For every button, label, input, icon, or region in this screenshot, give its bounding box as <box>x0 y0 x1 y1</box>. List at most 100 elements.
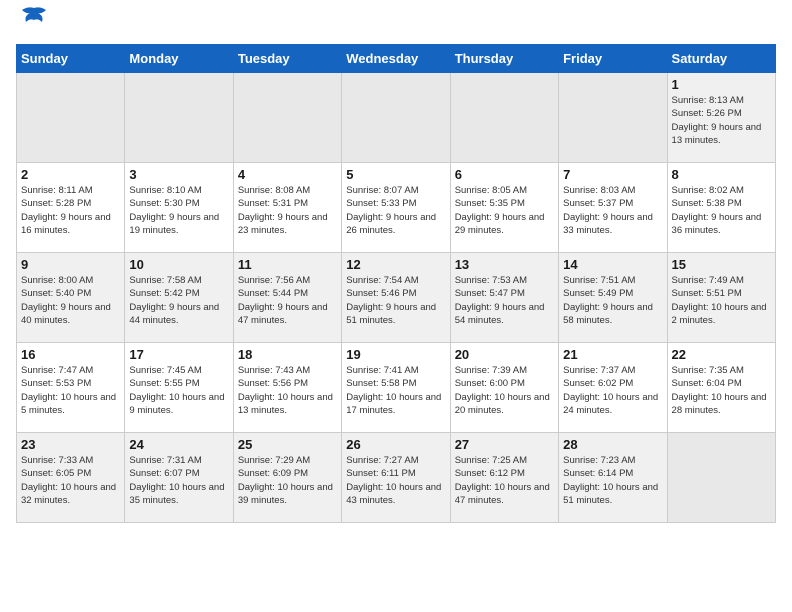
day-info: Sunrise: 7:54 AM Sunset: 5:46 PM Dayligh… <box>346 274 445 327</box>
day-number: 14 <box>563 257 662 272</box>
day-info: Sunrise: 8:13 AM Sunset: 5:26 PM Dayligh… <box>672 94 771 147</box>
calendar-day-cell: 26Sunrise: 7:27 AM Sunset: 6:11 PM Dayli… <box>342 433 450 523</box>
weekday-header-tuesday: Tuesday <box>233 45 341 73</box>
calendar-week-row: 1 Sunrise: 8:13 AM Sunset: 5:26 PM Daylig… <box>17 73 776 163</box>
day-number: 17 <box>129 347 228 362</box>
day-info: Sunrise: 8:10 AM Sunset: 5:30 PM Dayligh… <box>129 184 228 237</box>
day-number: 25 <box>238 437 337 452</box>
weekday-header-row: SundayMondayTuesdayWednesdayThursdayFrid… <box>17 45 776 73</box>
day-info: Sunrise: 7:39 AM Sunset: 6:00 PM Dayligh… <box>455 364 554 417</box>
day-number: 23 <box>21 437 120 452</box>
day-info: Sunrise: 8:08 AM Sunset: 5:31 PM Dayligh… <box>238 184 337 237</box>
page-header <box>16 16 776 36</box>
calendar-day-cell: 8 Sunrise: 8:02 AM Sunset: 5:38 PM Daylig… <box>667 163 775 253</box>
day-number: 6 <box>455 167 554 182</box>
day-info: Sunrise: 7:58 AM Sunset: 5:42 PM Dayligh… <box>129 274 228 327</box>
calendar-day-cell: 3 Sunrise: 8:10 AM Sunset: 5:30 PM Daylig… <box>125 163 233 253</box>
day-info: Sunrise: 8:03 AM Sunset: 5:37 PM Dayligh… <box>563 184 662 237</box>
calendar-day-cell: 18 Sunrise: 7:43 AM Sunset: 5:56 PM Dayli… <box>233 343 341 433</box>
weekday-header-saturday: Saturday <box>667 45 775 73</box>
day-info: Sunrise: 7:47 AM Sunset: 5:53 PM Dayligh… <box>21 364 120 417</box>
calendar-day-cell: 5 Sunrise: 8:07 AM Sunset: 5:33 PM Daylig… <box>342 163 450 253</box>
day-info: Sunrise: 8:05 AM Sunset: 5:35 PM Dayligh… <box>455 184 554 237</box>
day-info: Sunrise: 7:27 AM Sunset: 6:11 PM Dayligh… <box>346 454 445 507</box>
day-info: Sunrise: 7:35 AM Sunset: 6:04 PM Dayligh… <box>672 364 771 417</box>
weekday-header-monday: Monday <box>125 45 233 73</box>
weekday-header-sunday: Sunday <box>17 45 125 73</box>
logo-bird-icon <box>20 6 48 36</box>
calendar-day-cell <box>17 73 125 163</box>
day-number: 18 <box>238 347 337 362</box>
calendar-day-cell <box>342 73 450 163</box>
calendar-week-row: 2 Sunrise: 8:11 AM Sunset: 5:28 PM Daylig… <box>17 163 776 253</box>
day-info: Sunrise: 7:56 AM Sunset: 5:44 PM Dayligh… <box>238 274 337 327</box>
day-number: 9 <box>21 257 120 272</box>
day-number: 10 <box>129 257 228 272</box>
day-info: Sunrise: 8:07 AM Sunset: 5:33 PM Dayligh… <box>346 184 445 237</box>
calendar-day-cell: 1 Sunrise: 8:13 AM Sunset: 5:26 PM Daylig… <box>667 73 775 163</box>
day-number: 21 <box>563 347 662 362</box>
logo <box>16 16 48 36</box>
calendar-day-cell: 4 Sunrise: 8:08 AM Sunset: 5:31 PM Daylig… <box>233 163 341 253</box>
day-info: Sunrise: 7:25 AM Sunset: 6:12 PM Dayligh… <box>455 454 554 507</box>
day-info: Sunrise: 7:37 AM Sunset: 6:02 PM Dayligh… <box>563 364 662 417</box>
day-info: Sunrise: 7:45 AM Sunset: 5:55 PM Dayligh… <box>129 364 228 417</box>
calendar-day-cell: 9 Sunrise: 8:00 AM Sunset: 5:40 PM Daylig… <box>17 253 125 343</box>
calendar-day-cell <box>667 433 775 523</box>
calendar-day-cell: 28 Sunrise: 7:23 AM Sunset: 6:14 PM Dayli… <box>559 433 667 523</box>
weekday-header-wednesday: Wednesday <box>342 45 450 73</box>
day-number: 24 <box>129 437 228 452</box>
calendar-day-cell: 27 Sunrise: 7:25 AM Sunset: 6:12 PM Dayli… <box>450 433 558 523</box>
day-number: 1 <box>672 77 771 92</box>
day-number: 4 <box>238 167 337 182</box>
day-number: 13 <box>455 257 554 272</box>
day-number: 27 <box>455 437 554 452</box>
day-info: Sunrise: 7:53 AM Sunset: 5:47 PM Dayligh… <box>455 274 554 327</box>
calendar-day-cell: 14 Sunrise: 7:51 AM Sunset: 5:49 PM Dayli… <box>559 253 667 343</box>
calendar-day-cell: 13 Sunrise: 7:53 AM Sunset: 5:47 PM Dayli… <box>450 253 558 343</box>
calendar-week-row: 16 Sunrise: 7:47 AM Sunset: 5:53 PM Dayli… <box>17 343 776 433</box>
calendar-day-cell: 17 Sunrise: 7:45 AM Sunset: 5:55 PM Dayli… <box>125 343 233 433</box>
day-number: 22 <box>672 347 771 362</box>
calendar-table: SundayMondayTuesdayWednesdayThursdayFrid… <box>16 44 776 523</box>
weekday-header-thursday: Thursday <box>450 45 558 73</box>
calendar-day-cell <box>125 73 233 163</box>
calendar-day-cell: 16 Sunrise: 7:47 AM Sunset: 5:53 PM Dayli… <box>17 343 125 433</box>
day-number: 20 <box>455 347 554 362</box>
day-number: 12 <box>346 257 445 272</box>
day-info: Sunrise: 7:51 AM Sunset: 5:49 PM Dayligh… <box>563 274 662 327</box>
day-info: Sunrise: 8:02 AM Sunset: 5:38 PM Dayligh… <box>672 184 771 237</box>
calendar-day-cell: 20 Sunrise: 7:39 AM Sunset: 6:00 PM Dayli… <box>450 343 558 433</box>
day-number: 2 <box>21 167 120 182</box>
day-number: 28 <box>563 437 662 452</box>
calendar-week-row: 23 Sunrise: 7:33 AM Sunset: 6:05 PM Dayli… <box>17 433 776 523</box>
calendar-day-cell: 23 Sunrise: 7:33 AM Sunset: 6:05 PM Dayli… <box>17 433 125 523</box>
weekday-header-friday: Friday <box>559 45 667 73</box>
day-number: 3 <box>129 167 228 182</box>
calendar-day-cell: 25 Sunrise: 7:29 AM Sunset: 6:09 PM Dayli… <box>233 433 341 523</box>
calendar-day-cell: 21 Sunrise: 7:37 AM Sunset: 6:02 PM Dayli… <box>559 343 667 433</box>
calendar-day-cell: 24 Sunrise: 7:31 AM Sunset: 6:07 PM Dayli… <box>125 433 233 523</box>
day-info: Sunrise: 7:23 AM Sunset: 6:14 PM Dayligh… <box>563 454 662 507</box>
day-number: 19 <box>346 347 445 362</box>
day-info: Sunrise: 7:33 AM Sunset: 6:05 PM Dayligh… <box>21 454 120 507</box>
day-info: Sunrise: 7:43 AM Sunset: 5:56 PM Dayligh… <box>238 364 337 417</box>
day-number: 7 <box>563 167 662 182</box>
calendar-day-cell: 7 Sunrise: 8:03 AM Sunset: 5:37 PM Daylig… <box>559 163 667 253</box>
day-info: Sunrise: 7:41 AM Sunset: 5:58 PM Dayligh… <box>346 364 445 417</box>
calendar-day-cell: 10 Sunrise: 7:58 AM Sunset: 5:42 PM Dayli… <box>125 253 233 343</box>
day-info: Sunrise: 8:11 AM Sunset: 5:28 PM Dayligh… <box>21 184 120 237</box>
day-info: Sunrise: 7:31 AM Sunset: 6:07 PM Dayligh… <box>129 454 228 507</box>
calendar-week-row: 9 Sunrise: 8:00 AM Sunset: 5:40 PM Daylig… <box>17 253 776 343</box>
day-number: 16 <box>21 347 120 362</box>
calendar-day-cell: 12 Sunrise: 7:54 AM Sunset: 5:46 PM Dayli… <box>342 253 450 343</box>
day-number: 11 <box>238 257 337 272</box>
calendar-day-cell: 2 Sunrise: 8:11 AM Sunset: 5:28 PM Daylig… <box>17 163 125 253</box>
calendar-day-cell: 22 Sunrise: 7:35 AM Sunset: 6:04 PM Dayli… <box>667 343 775 433</box>
day-info: Sunrise: 8:00 AM Sunset: 5:40 PM Dayligh… <box>21 274 120 327</box>
day-number: 5 <box>346 167 445 182</box>
day-info: Sunrise: 7:29 AM Sunset: 6:09 PM Dayligh… <box>238 454 337 507</box>
calendar-day-cell: 15Sunrise: 7:49 AM Sunset: 5:51 PM Dayli… <box>667 253 775 343</box>
day-number: 15 <box>672 257 771 272</box>
day-number: 8 <box>672 167 771 182</box>
